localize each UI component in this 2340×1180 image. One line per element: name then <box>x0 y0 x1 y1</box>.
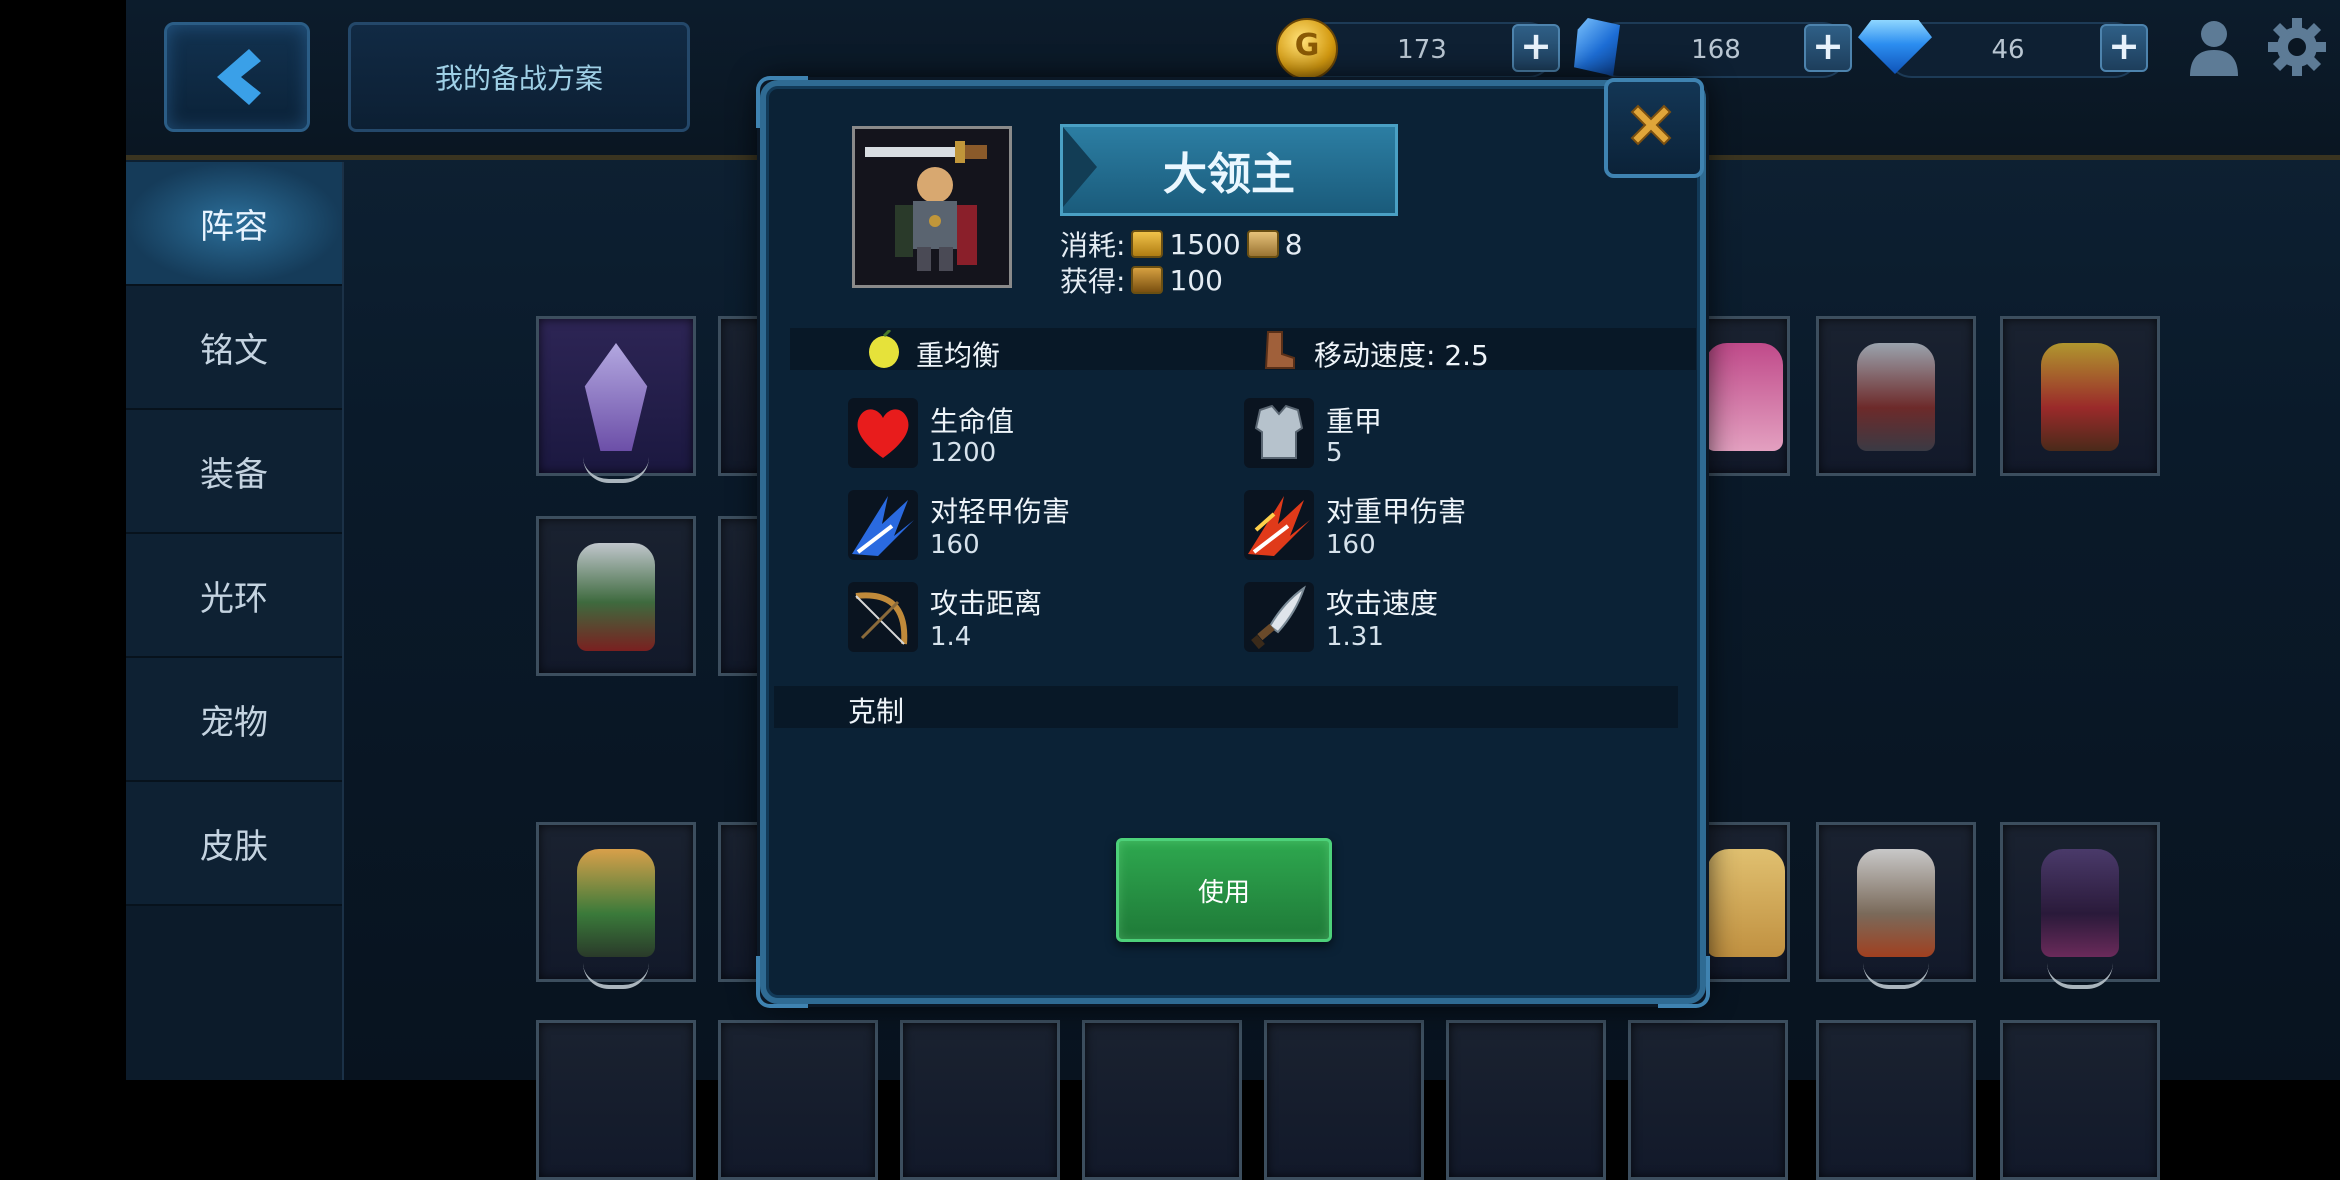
hero-name: 大领主 <box>1060 124 1398 216</box>
hero-card[interactable] <box>1816 1020 1976 1180</box>
hero-card[interactable] <box>718 1020 878 1180</box>
hero-card[interactable] <box>536 516 696 676</box>
hero-card[interactable] <box>1628 1020 1788 1180</box>
hp-icon-frame <box>848 398 918 468</box>
hero-card[interactable] <box>1816 316 1976 476</box>
heavy-dmg-icon-frame <box>1244 490 1314 560</box>
hero-card[interactable] <box>2000 822 2160 989</box>
sidebar-item-skin[interactable]: 皮肤 <box>126 782 342 906</box>
armor-icon <box>1254 404 1304 459</box>
light-dmg-label: 对轻甲伤害 <box>930 495 1071 528</box>
reward-icon <box>1131 266 1164 294</box>
move-speed: 移动速度: 2.5 <box>1314 339 1489 372</box>
sidebar-item-inscription[interactable]: 铭文 <box>126 286 342 410</box>
hero-portrait <box>852 126 1012 288</box>
dialog-corner <box>756 956 808 1008</box>
boot-icon <box>1264 331 1295 369</box>
range-label: 攻击距离 <box>930 587 1043 620</box>
hero-card[interactable] <box>718 316 764 476</box>
hero-card[interactable] <box>536 316 696 483</box>
dialog-corner <box>756 76 808 128</box>
lemon-icon <box>869 330 899 368</box>
hero-card[interactable] <box>2000 316 2160 476</box>
red-slash-icon <box>1248 496 1310 556</box>
population-icon <box>1246 230 1279 258</box>
dagger-icon <box>1251 585 1306 650</box>
heavy-dmg-label: 对重甲伤害 <box>1326 495 1467 528</box>
lord-hero-image <box>865 141 987 271</box>
counter-strip <box>774 686 1678 728</box>
settings-icon[interactable] <box>2266 16 2328 78</box>
hero-card[interactable] <box>1082 1020 1242 1180</box>
battle-plan-button[interactable]: 我的备战方案 <box>348 22 690 132</box>
light-dmg-icon-frame <box>848 490 918 560</box>
gain-label: 获得: <box>1060 265 1126 298</box>
gold-value: 173 <box>1397 35 1447 65</box>
gain-value: 100 <box>1169 263 1223 297</box>
profile-icon[interactable] <box>2188 18 2240 76</box>
close-button[interactable] <box>1604 78 1704 178</box>
dialog-corner <box>1658 956 1710 1008</box>
coin-icon <box>1276 18 1338 80</box>
sidebar-item-aura[interactable]: 光环 <box>126 534 342 658</box>
hero-card[interactable] <box>1446 1020 1606 1180</box>
heart-icon <box>857 409 909 458</box>
add-crystal-button[interactable]: + <box>1804 24 1852 72</box>
add-gold-button[interactable]: + <box>1512 24 1560 72</box>
heavy-dmg-value: 160 <box>1326 530 1376 560</box>
hp-label: 生命值 <box>930 405 1015 438</box>
range-icon-frame <box>848 582 918 652</box>
gain-row: 获得: 100 <box>1060 260 1223 300</box>
add-diamond-button[interactable]: + <box>2100 24 2148 72</box>
hero-card[interactable] <box>718 516 764 676</box>
hero-card[interactable] <box>536 822 696 989</box>
sidebar: 阵容 铭文 装备 光环 宠物 皮肤 <box>126 162 344 1080</box>
range-value: 1.4 <box>930 622 972 652</box>
cost-gold-value: 1500 <box>1169 227 1241 261</box>
close-icon <box>1630 104 1672 146</box>
hero-card[interactable] <box>1694 316 1790 476</box>
armor-icon-frame <box>1244 398 1314 468</box>
diamond-value: 46 <box>1991 35 2025 65</box>
blue-slash-icon <box>852 496 914 556</box>
armor-value: 5 <box>1326 438 1343 468</box>
sidebar-item-pet[interactable]: 宠物 <box>126 658 342 782</box>
hero-card[interactable] <box>2000 1020 2160 1180</box>
sidebar-item-lineup[interactable]: 阵容 <box>126 162 342 286</box>
counter-label: 克制 <box>848 695 905 728</box>
light-dmg-value: 160 <box>930 530 980 560</box>
cost-label: 消耗: <box>1060 229 1126 262</box>
hero-type: 重均衡 <box>916 339 1001 372</box>
armor-label: 重甲 <box>1326 405 1383 438</box>
hero-card[interactable] <box>1816 822 1976 989</box>
sidebar-item-equipment[interactable]: 装备 <box>126 410 342 534</box>
cost-pop-value: 8 <box>1284 227 1303 261</box>
hero-card[interactable] <box>536 1020 696 1180</box>
bow-icon <box>855 592 908 645</box>
use-button[interactable]: 使用 <box>1116 838 1332 942</box>
crystal-icon <box>1574 18 1620 76</box>
atk-speed-icon-frame <box>1244 582 1314 652</box>
hero-card[interactable] <box>900 1020 1060 1180</box>
cost-row: 消耗: 1500 8 <box>1060 224 1303 264</box>
hero-card[interactable] <box>1264 1020 1424 1180</box>
atk-speed-label: 攻击速度 <box>1326 587 1439 620</box>
crystal-value: 168 <box>1691 35 1741 65</box>
gold-bar-icon <box>1131 230 1164 258</box>
back-button[interactable] <box>164 22 310 132</box>
back-arrow-icon <box>217 49 261 105</box>
hp-value: 1200 <box>930 438 997 468</box>
atk-speed-value: 1.31 <box>1326 622 1384 652</box>
